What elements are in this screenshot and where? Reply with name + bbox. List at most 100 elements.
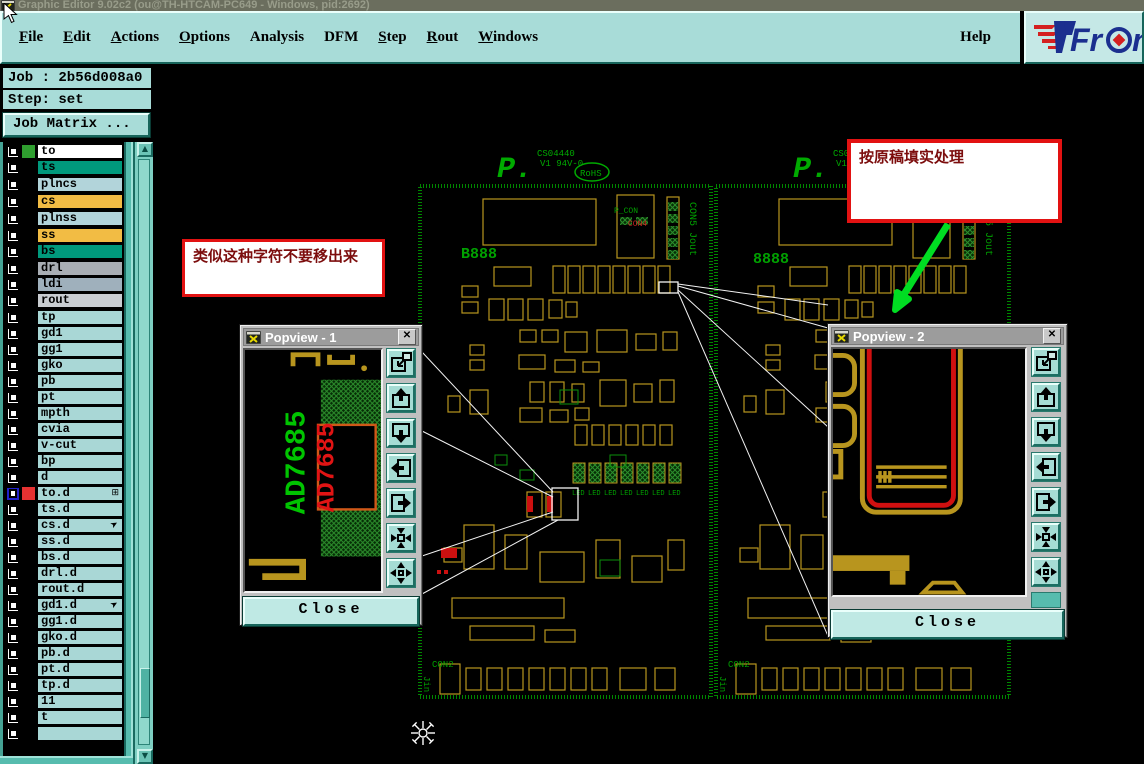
layer-checkbox[interactable] [7, 631, 19, 644]
menu-windows[interactable]: Windows [475, 27, 541, 48]
layer-checkbox[interactable] [7, 195, 19, 208]
layer-label[interactable]: rout [38, 294, 122, 307]
layer-checkbox[interactable] [7, 375, 19, 388]
zoom-in-button[interactable] [386, 523, 417, 553]
layer-checkbox[interactable] [7, 391, 19, 404]
layer-color-chip[interactable] [22, 503, 35, 516]
layer-color-chip[interactable] [22, 487, 35, 500]
menu-rout[interactable]: Rout [424, 27, 462, 48]
layer-color-chip[interactable] [22, 278, 35, 291]
layer-checkbox[interactable] [7, 519, 19, 532]
layer-label[interactable]: gg1 [38, 343, 122, 356]
layer-label[interactable] [38, 727, 122, 740]
layer-label[interactable]: gko [38, 359, 122, 372]
layer-checkbox[interactable] [7, 663, 19, 676]
layer-label[interactable]: v-cut [38, 439, 122, 452]
layer-checkbox[interactable] [7, 359, 19, 372]
popview-2-titlebar[interactable]: Popview - 2 ✕ [831, 327, 1064, 345]
menu-analysis[interactable]: Analysis [247, 27, 307, 48]
layer-label[interactable]: cs [38, 195, 122, 208]
layer-color-chip[interactable] [22, 711, 35, 724]
layer-color-chip[interactable] [22, 535, 35, 548]
menu-dfm[interactable]: DFM [321, 27, 361, 48]
pan-right-button[interactable] [386, 488, 417, 518]
scrollbar-thumb[interactable] [140, 668, 150, 718]
popview-1-close-icon[interactable]: ✕ [398, 329, 416, 345]
job-matrix-button[interactable]: Job Matrix ... [2, 112, 151, 138]
menu-options[interactable]: Options [176, 27, 233, 48]
popview-1-titlebar[interactable]: Popview - 1 ✕ [243, 328, 419, 346]
layer-checkbox[interactable] [7, 551, 19, 564]
layer-color-chip[interactable] [22, 471, 35, 484]
layer-color-chip[interactable] [22, 567, 35, 580]
layer-checkbox[interactable] [7, 343, 19, 356]
layer-label[interactable]: plncs [38, 178, 122, 191]
popview-1-window[interactable]: Popview - 1 ✕ AD7685 AD7685 Close [239, 324, 423, 627]
layer-color-chip[interactable] [22, 245, 35, 258]
layer-checkbox[interactable] [7, 245, 19, 258]
layer-color-chip[interactable] [22, 551, 35, 564]
layer-color-chip[interactable] [22, 178, 35, 191]
menu-file[interactable]: File [16, 27, 46, 48]
layer-checkbox[interactable] [7, 615, 19, 628]
layer-checkbox[interactable] [7, 278, 19, 291]
layer-checkbox[interactable] [7, 145, 19, 158]
layer-label[interactable]: 11 [38, 695, 122, 708]
layer-label[interactable]: gko.d [38, 631, 122, 644]
layer-label[interactable]: bs.d [38, 551, 122, 564]
layer-color-chip[interactable] [22, 343, 35, 356]
layer-label[interactable]: pb.d [38, 647, 122, 660]
layer-color-chip[interactable] [22, 615, 35, 628]
popview-1-close-button[interactable]: Close [242, 596, 420, 627]
menu-actions[interactable]: Actions [108, 27, 162, 48]
layer-checkbox[interactable] [7, 178, 19, 191]
layer-label[interactable]: gd1.d ➤ [38, 599, 122, 612]
zoom-out-button[interactable] [386, 558, 417, 588]
layer-label[interactable]: bs [38, 245, 122, 258]
window-titlebar[interactable]: Graphic Editor 9.02c2 (ou@TH-HTCAM-PC649… [0, 0, 1144, 11]
layer-label[interactable]: pb [38, 375, 122, 388]
layer-checkbox[interactable] [7, 229, 19, 242]
scrollbar-trough[interactable] [138, 159, 150, 745]
popview-2-close-button[interactable]: Close [830, 609, 1065, 640]
layer-checkbox[interactable] [7, 567, 19, 580]
layer-checkbox[interactable] [7, 294, 19, 307]
layer-checkbox[interactable] [7, 599, 19, 612]
layer-checkbox[interactable] [7, 471, 19, 484]
layer-label[interactable]: to [38, 145, 122, 158]
pan-up-button[interactable] [386, 383, 417, 413]
layer-color-chip[interactable] [22, 375, 35, 388]
popview-copy-button[interactable] [386, 348, 417, 378]
zoom-in-button[interactable] [1030, 522, 1061, 552]
layer-checkbox[interactable] [7, 161, 19, 174]
layer-checkbox[interactable] [7, 487, 19, 500]
layer-checkbox[interactable] [7, 327, 19, 340]
layer-label[interactable]: gg1.d [38, 615, 122, 628]
layer-checkbox[interactable] [7, 695, 19, 708]
layer-label[interactable]: cvia [38, 423, 122, 436]
layer-color-chip[interactable] [22, 161, 35, 174]
scrollbar-up-icon[interactable]: ▲ [137, 142, 153, 157]
layer-color-chip[interactable] [22, 391, 35, 404]
layer-color-chip[interactable] [22, 407, 35, 420]
layer-checkbox[interactable] [7, 647, 19, 660]
layer-color-chip[interactable] [22, 439, 35, 452]
layer-label[interactable]: mpth [38, 407, 122, 420]
layer-label[interactable]: rout.d [38, 583, 122, 596]
layer-checkbox[interactable] [7, 311, 19, 324]
layer-color-chip[interactable] [22, 679, 35, 692]
layer-checkbox[interactable] [7, 212, 19, 225]
popview-copy-button[interactable] [1030, 347, 1061, 377]
layer-color-chip[interactable] [22, 647, 35, 660]
layer-checkbox[interactable] [7, 583, 19, 596]
layer-label[interactable]: bp [38, 455, 122, 468]
layer-color-chip[interactable] [22, 695, 35, 708]
layer-label[interactable]: tp.d [38, 679, 122, 692]
layer-color-chip[interactable] [22, 455, 35, 468]
layer-checkbox[interactable] [7, 711, 19, 724]
layer-color-chip[interactable] [22, 327, 35, 340]
scrollbar-down-icon[interactable]: ▼ [137, 749, 153, 764]
popview-2-close-icon[interactable]: ✕ [1043, 328, 1061, 344]
layer-label[interactable]: tp [38, 311, 122, 324]
zoom-out-button[interactable] [1030, 557, 1061, 587]
